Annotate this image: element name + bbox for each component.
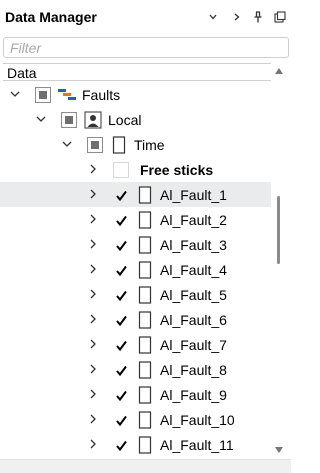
float-window-icon[interactable] (272, 8, 288, 26)
panel-title: Data Manager (5, 9, 97, 25)
tree-row[interactable]: Al_Fault_5 (0, 282, 271, 307)
chevron-right-icon[interactable] (86, 236, 100, 252)
document-icon (135, 260, 155, 280)
chevron-right-icon[interactable] (86, 411, 100, 427)
tree-row-label: Al_Fault_6 (160, 312, 227, 328)
tree-row[interactable]: Free sticks (0, 157, 271, 182)
tree-row[interactable]: Al_Fault_9 (0, 382, 271, 407)
chevron-down-icon[interactable] (34, 111, 48, 127)
tree-row-label: Al_Fault_5 (160, 287, 227, 303)
chevron-right-icon[interactable] (86, 436, 100, 452)
panel-titlebar: Data Manager (0, 0, 291, 34)
pin-icon[interactable] (250, 8, 266, 26)
visibility-checkbox[interactable] (113, 212, 129, 228)
chevron-right-icon[interactable] (86, 186, 100, 202)
document-icon (135, 185, 155, 205)
tree-row-label: Al_Fault_1 (160, 187, 227, 203)
document-icon (135, 235, 155, 255)
document-icon (135, 285, 155, 305)
dropdown-icon[interactable] (205, 8, 221, 26)
visibility-checkbox[interactable] (113, 337, 129, 353)
tree-row[interactable]: Al_Fault_2 (0, 207, 271, 232)
tree-row-label: Al_Fault_7 (160, 337, 227, 353)
tree-row-label: Al_Fault_4 (160, 262, 227, 278)
visibility-checkbox[interactable] (87, 137, 103, 153)
tree-row[interactable]: Al_Fault_4 (0, 257, 271, 282)
visibility-checkbox[interactable] (113, 237, 129, 253)
document-icon (135, 360, 155, 380)
column-header-data: Data (7, 65, 37, 81)
document-icon (135, 335, 155, 355)
tree-row-label: Time (134, 137, 165, 153)
tree-row[interactable]: Al_Fault_11 (0, 432, 271, 457)
visibility-checkbox[interactable] (113, 162, 129, 178)
visibility-checkbox[interactable] (113, 362, 129, 378)
data-tree: Faults Local Time Free sticks Al_Fault_1 Al_F… (0, 82, 271, 473)
document-icon (135, 310, 155, 330)
tree-row-label: Al_Fault_11 (160, 437, 234, 453)
filter-box[interactable] (3, 37, 289, 58)
chevron-right-icon[interactable] (229, 8, 245, 26)
tree-row-label: Al_Fault_2 (160, 212, 227, 228)
chevron-right-icon[interactable] (86, 286, 100, 302)
scroll-thumb[interactable] (277, 196, 280, 264)
chevron-right-icon[interactable] (86, 336, 100, 352)
document-icon (135, 210, 155, 230)
visibility-checkbox[interactable] (113, 412, 129, 428)
tree-row[interactable]: Local (0, 107, 271, 132)
tree-row[interactable]: Al_Fault_1 (0, 182, 271, 207)
visibility-checkbox[interactable] (113, 387, 129, 403)
tree-row[interactable]: Al_Fault_7 (0, 332, 271, 357)
tree-row-label: Faults (82, 87, 121, 103)
visibility-checkbox[interactable] (35, 87, 51, 103)
chevron-right-icon[interactable] (86, 211, 100, 227)
tree-row[interactable]: Al_Fault_10 (0, 407, 271, 432)
visibility-checkbox[interactable] (113, 262, 129, 278)
person-icon (83, 110, 103, 130)
scroll-down-icon[interactable] (273, 445, 285, 455)
document-icon (109, 135, 129, 155)
visibility-checkbox[interactable] (113, 437, 129, 453)
tree-row[interactable]: Time (0, 132, 271, 157)
visibility-checkbox[interactable] (61, 112, 77, 128)
chevron-down-icon[interactable] (60, 136, 74, 152)
tree-row-label: Al_Fault_3 (160, 237, 227, 253)
tree-row-label: Free sticks (140, 162, 214, 178)
column-header[interactable]: Data (3, 63, 271, 81)
vertical-scrollbar[interactable] (271, 63, 287, 458)
tree-row[interactable]: Al_Fault_8 (0, 357, 271, 382)
document-icon (135, 385, 155, 405)
tree-row[interactable]: Faults (0, 82, 271, 107)
chevron-right-icon[interactable] (86, 311, 100, 327)
chevron-down-icon[interactable] (8, 86, 22, 102)
visibility-checkbox[interactable] (113, 287, 129, 303)
tree-row[interactable]: Al_Fault_6 (0, 307, 271, 332)
chevron-right-icon[interactable] (86, 386, 100, 402)
visibility-checkbox[interactable] (113, 312, 129, 328)
horizontal-scrollbar[interactable] (0, 459, 291, 473)
scroll-up-icon[interactable] (273, 66, 285, 76)
tree-row-label: Al_Fault_9 (160, 387, 227, 403)
document-icon (135, 410, 155, 430)
tree-row-label: Al_Fault_10 (160, 412, 235, 428)
tree-row-label: Local (108, 112, 142, 128)
tree-row-label: Al_Fault_8 (160, 362, 227, 378)
tree-row[interactable]: Al_Fault_3 (0, 232, 271, 257)
filter-input[interactable] (4, 38, 288, 57)
chevron-right-icon[interactable] (86, 361, 100, 377)
document-icon (135, 435, 155, 455)
visibility-checkbox[interactable] (113, 187, 129, 203)
chevron-right-icon[interactable] (86, 161, 100, 177)
faults-icon (57, 85, 77, 105)
chevron-right-icon[interactable] (86, 261, 100, 277)
